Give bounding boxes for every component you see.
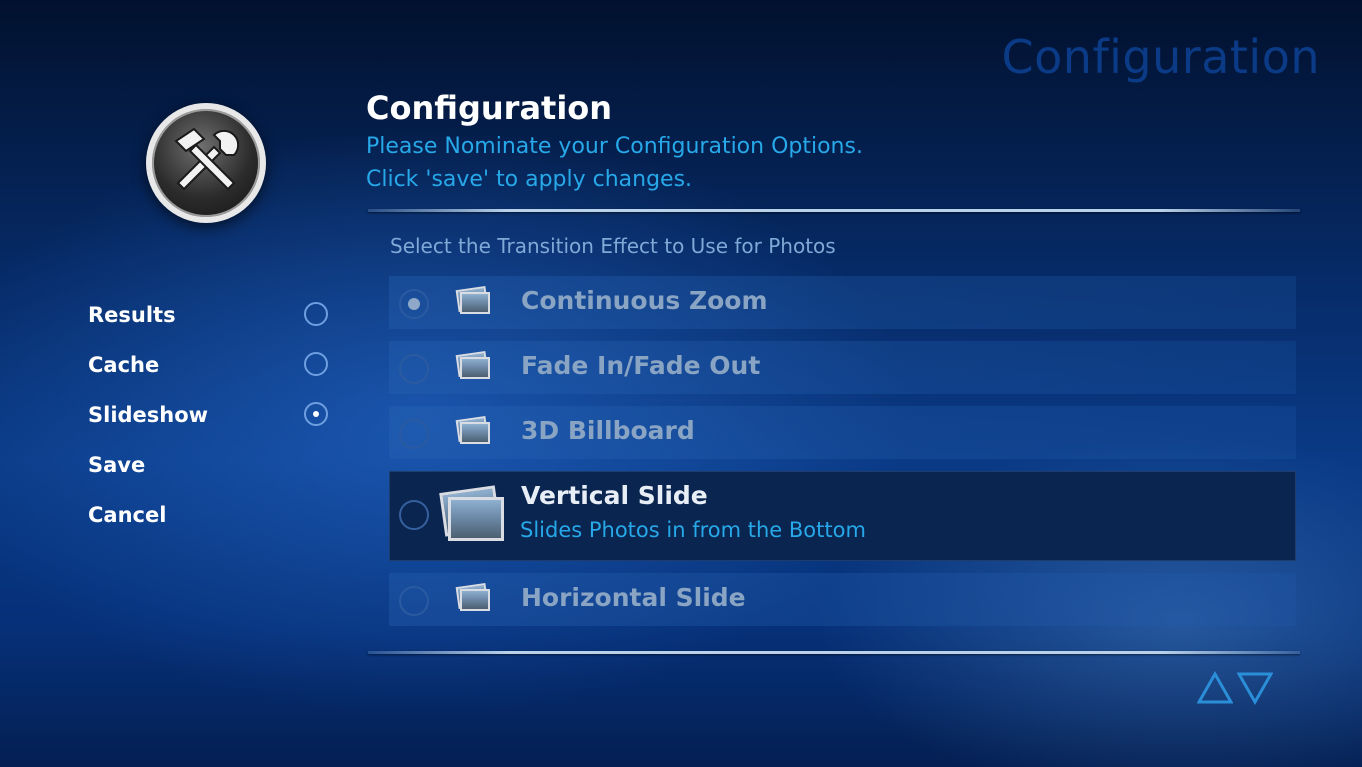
top-divider [368,209,1300,212]
option-description: Slides Photos in from the Bottom [520,518,866,542]
nav-item-label: Results [88,303,176,327]
results-radio[interactable] [304,302,328,326]
option-label: Horizontal Slide [521,583,746,612]
option-label: Fade In/Fade Out [521,351,761,380]
option-3d-billboard[interactable]: 3D Billboard [389,406,1296,459]
scroll-arrows [1197,671,1273,705]
section-label: Select the Transition Effect to Use for … [390,234,836,258]
nav-item-slideshow[interactable]: Slideshow [88,390,338,440]
option-radio[interactable] [399,419,429,449]
option-label: Vertical Slide [521,481,708,510]
header: Configuration Please Nominate your Confi… [366,86,863,196]
sidebar-nav: Results Cache Slideshow Save Cancel [88,290,338,540]
transition-options-list: Continuous Zoom Fade In/Fade Out 3D Bill… [389,276,1296,638]
nav-item-label: Slideshow [88,403,209,427]
option-continuous-zoom[interactable]: Continuous Zoom [389,276,1296,329]
triangle-up-icon[interactable] [1197,671,1233,705]
option-radio[interactable] [399,586,429,616]
option-label: 3D Billboard [521,416,695,445]
photo-stack-icon [455,583,491,613]
nav-item-label: Cache [88,353,160,377]
slideshow-radio[interactable] [304,402,328,426]
bottom-divider [368,651,1300,654]
instructions-line-1: Please Nominate your Configuration Optio… [366,134,863,159]
triangle-down-icon[interactable] [1237,671,1273,705]
cancel-button[interactable]: Cancel [88,490,338,540]
option-radio[interactable] [399,354,429,384]
tools-icon [146,103,266,223]
option-radio[interactable] [399,289,429,319]
nav-item-label: Cancel [88,503,167,527]
option-radio[interactable] [399,500,429,530]
page-title: Configuration [366,89,613,127]
nav-item-cache[interactable]: Cache [88,340,338,390]
cache-radio[interactable] [304,352,328,376]
photo-stack-icon [455,286,491,316]
option-vertical-slide[interactable]: Vertical Slide Slides Photos in from the… [389,471,1296,561]
option-horizontal-slide[interactable]: Horizontal Slide [389,573,1296,626]
photo-stack-icon [439,485,508,545]
save-button[interactable]: Save [88,440,338,490]
instructions-line-2: Click 'save' to apply changes. [366,167,693,192]
photo-stack-icon [455,416,491,446]
nav-item-results[interactable]: Results [88,290,338,340]
photo-stack-icon [455,351,491,381]
option-fade-in-fade-out[interactable]: Fade In/Fade Out [389,341,1296,394]
nav-item-label: Save [88,453,146,477]
background-watermark-title: Configuration [1001,30,1320,84]
option-label: Continuous Zoom [521,286,768,315]
